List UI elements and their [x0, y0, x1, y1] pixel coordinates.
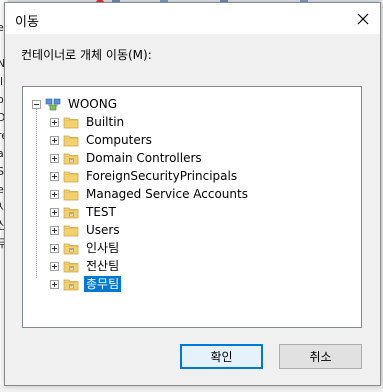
- folder-icon: [63, 117, 79, 129]
- dialog-title: 이동: [15, 15, 39, 30]
- ou-folder-icon: [63, 153, 79, 165]
- container-prompt-label: 컨테이너로 개체 이동(M):: [21, 48, 152, 62]
- tree-node-label: Computers: [86, 133, 152, 147]
- collapse-toggle-icon[interactable]: [32, 99, 41, 109]
- expand-toggle-icon[interactable]: [50, 207, 59, 217]
- expand-toggle-icon[interactable]: [50, 153, 59, 163]
- folder-icon: [63, 225, 79, 237]
- move-dialog: 이동 컨테이너로 개체 이동(M): WOONG Builtin Computers…: [4, 2, 381, 386]
- background-window-bottom: [0, 385, 383, 392]
- ou-folder-icon: [63, 243, 79, 255]
- close-icon: [357, 13, 369, 25]
- domain-icon: [45, 98, 61, 111]
- tree-node-label: 인사팀: [86, 241, 120, 255]
- tree-node[interactable]: Users: [50, 221, 122, 239]
- expand-toggle-icon[interactable]: [50, 261, 59, 271]
- container-tree[interactable]: WOONG Builtin Computers Domain Controllers F…: [22, 86, 362, 328]
- tree-node[interactable]: Builtin: [50, 113, 126, 131]
- tree-node-label: 전산팀: [86, 259, 120, 273]
- tree-node-label: ForeignSecurityPrincipals: [86, 169, 238, 183]
- tree-node-label: Domain Controllers: [86, 151, 202, 165]
- expand-toggle-icon[interactable]: [50, 171, 59, 181]
- tree-node[interactable]: 전산팀: [50, 257, 121, 275]
- expand-toggle-icon[interactable]: [50, 243, 59, 253]
- ou-folder-icon: [63, 207, 79, 219]
- close-button[interactable]: [352, 8, 374, 30]
- ok-button[interactable]: 확인: [180, 344, 263, 369]
- cancel-button[interactable]: 취소: [279, 344, 362, 369]
- tree-node-label: WOONG: [68, 97, 118, 111]
- tree-node-label: 총무팀: [84, 276, 122, 292]
- tree-node[interactable]: ForeignSecurityPrincipals: [50, 167, 239, 185]
- tree-node-label: Builtin: [86, 115, 125, 129]
- expand-toggle-icon[interactable]: [50, 117, 59, 127]
- tree-node[interactable]: Managed Service Accounts: [50, 185, 250, 203]
- ou-folder-icon: [63, 279, 79, 291]
- folder-icon: [63, 189, 79, 201]
- background-text-fragment: il: [0, 75, 4, 88]
- tree-node[interactable]: Computers: [50, 131, 154, 149]
- tree-node[interactable]: Domain Controllers: [50, 149, 204, 167]
- tree-node-root[interactable]: WOONG: [32, 95, 119, 113]
- tree-node[interactable]: 총무팀: [50, 275, 122, 293]
- expand-toggle-icon[interactable]: [50, 189, 59, 199]
- folder-icon: [63, 135, 79, 147]
- tree-node-label: TEST: [86, 205, 116, 219]
- tree-node[interactable]: TEST: [50, 203, 118, 221]
- expand-toggle-icon[interactable]: [50, 279, 59, 289]
- tree-node-label: Users: [86, 223, 120, 237]
- dialog-titlebar[interactable]: 이동: [5, 3, 380, 34]
- folder-icon: [63, 171, 79, 183]
- ou-folder-icon: [63, 261, 79, 273]
- expand-toggle-icon[interactable]: [50, 225, 59, 235]
- expand-toggle-icon[interactable]: [50, 135, 59, 145]
- tree-node-label: Managed Service Accounts: [86, 187, 248, 201]
- tree-node[interactable]: 인사팀: [50, 239, 121, 257]
- tree-connector-line: [36, 107, 37, 278]
